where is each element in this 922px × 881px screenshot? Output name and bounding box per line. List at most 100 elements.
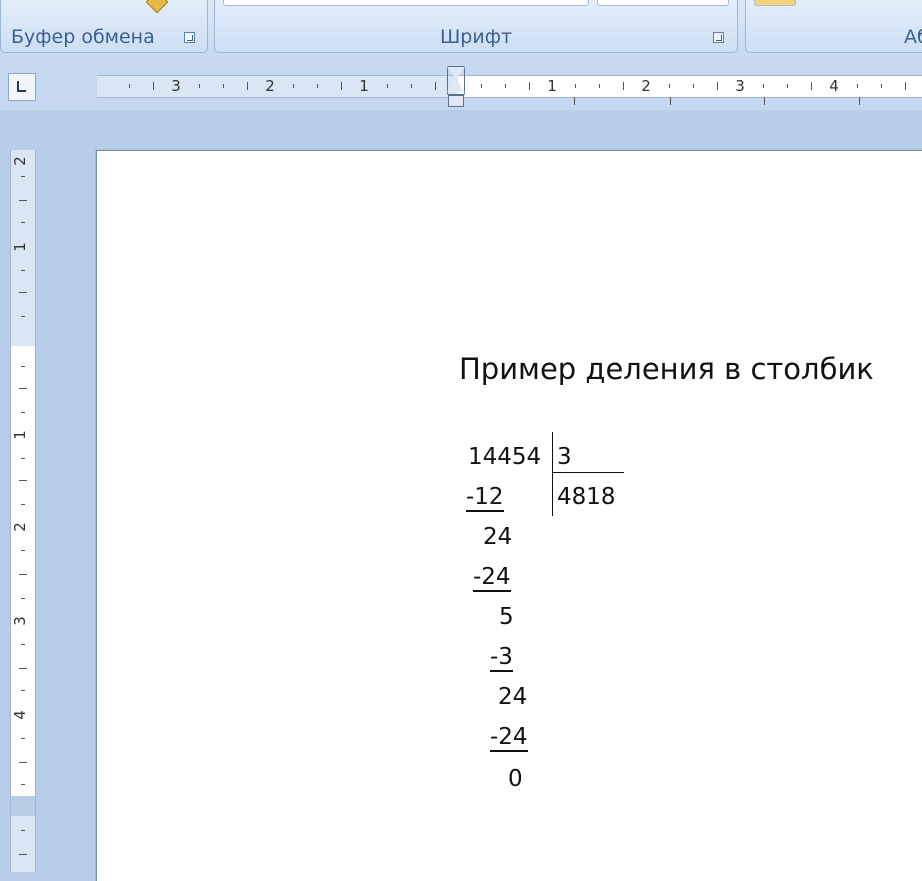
dividend: 14454 — [468, 444, 542, 470]
ruler-tick — [575, 84, 576, 88]
subtrahend: -12 — [466, 484, 504, 512]
ruler-tick — [717, 82, 718, 90]
ruler-tick — [435, 82, 436, 90]
ruler-tick — [21, 412, 25, 413]
ruler-tick — [19, 762, 27, 763]
ruler-tick — [411, 84, 412, 88]
subtrahend: -24 — [490, 724, 528, 752]
left-indent-icon[interactable] — [448, 95, 464, 107]
remainder: 5 — [499, 604, 514, 630]
ruler-label: 3 — [10, 616, 29, 626]
vertical-ruler-highlight — [11, 796, 35, 816]
ruler-label: 1 — [10, 430, 29, 440]
ruler-tick — [21, 550, 25, 551]
ruler-tick — [19, 668, 27, 669]
font-group-title: Шрифт — [439, 26, 513, 48]
ruler-tick — [623, 82, 624, 90]
ruler-tick — [129, 84, 130, 88]
ruler-tick — [21, 504, 25, 505]
division-horizontal-line — [552, 472, 624, 473]
font-group: Шрифт — [214, 0, 738, 53]
ruler-tick — [505, 84, 506, 88]
subtrahend: -24 — [473, 564, 511, 592]
ruler-tick — [787, 84, 788, 88]
ruler-tick — [599, 84, 600, 88]
ruler-tick — [669, 84, 670, 88]
ruler-tick — [21, 270, 25, 271]
tab-stop-mark — [574, 97, 575, 105]
ruler-tick — [293, 84, 294, 88]
ruler-tick — [481, 84, 482, 88]
tab-stop-mark — [859, 97, 860, 105]
ruler-tick — [21, 598, 25, 599]
horizontal-ruler[interactable]: 3 2 1 1 2 3 4 — [97, 75, 922, 105]
divisor: 3 — [557, 444, 572, 470]
tab-stop-mark — [764, 97, 765, 105]
document-heading: Пример деления в столбик — [459, 352, 874, 386]
ruler-tick — [21, 176, 25, 177]
ruler-tick — [905, 82, 906, 90]
ruler-tick — [21, 830, 25, 831]
ruler-tick — [21, 458, 25, 459]
ruler-tick — [21, 222, 25, 223]
font-name-box[interactable] — [223, 0, 589, 6]
paragraph-group: Аб — [745, 0, 922, 53]
ruler-tick — [763, 84, 764, 88]
font-dialog-launcher-icon[interactable] — [713, 32, 724, 43]
ruler-tick — [21, 316, 25, 317]
clipboard-control[interactable] — [19, 0, 129, 4]
ruler-tick — [19, 480, 27, 481]
ruler-tick — [19, 200, 27, 201]
ruler-tick — [247, 82, 248, 90]
ruler-label: 1 — [10, 242, 29, 252]
ruler-tick — [21, 366, 25, 367]
ruler-label: 4 — [829, 77, 839, 95]
ruler-tick — [341, 82, 342, 90]
ruler-tick — [19, 574, 27, 575]
ruler-tick — [19, 292, 27, 293]
ruler-tick — [21, 738, 25, 739]
remainder: 24 — [483, 524, 513, 550]
quotient: 4818 — [557, 484, 616, 510]
ruler-tick — [529, 82, 530, 90]
ruler-label: 2 — [10, 156, 29, 166]
ruler-tick — [693, 84, 694, 88]
ruler-tick — [19, 854, 27, 855]
paragraph-control[interactable] — [754, 0, 796, 6]
ruler-label: 3 — [171, 77, 181, 95]
first-line-indent-icon[interactable] — [447, 67, 465, 79]
clipboard-group: Буфер обмена — [0, 0, 208, 53]
vertical-ruler[interactable]: 2 1 1 2 3 4 — [10, 150, 36, 872]
ruler-tick — [387, 84, 388, 88]
hanging-indent-icon[interactable] — [447, 80, 465, 92]
paste-icon[interactable] — [145, 0, 169, 14]
ruler-label: 4 — [10, 710, 29, 720]
left-tab-icon — [17, 81, 26, 92]
ruler-tick — [21, 784, 25, 785]
tab-stop-mark — [670, 97, 671, 105]
ruler-tick — [199, 84, 200, 88]
ruler-label: 1 — [359, 77, 369, 95]
ruler-tick — [19, 388, 27, 389]
subtrahend: -3 — [490, 644, 513, 672]
ruler-tick — [223, 84, 224, 88]
ruler-tick — [881, 84, 882, 88]
clipboard-dialog-launcher-icon[interactable] — [184, 32, 195, 43]
ruler-text-area — [458, 76, 922, 97]
clipboard-group-title: Буфер обмена — [11, 26, 155, 48]
ruler-label: 2 — [265, 77, 275, 95]
final-remainder: 0 — [508, 766, 523, 792]
tab-selector-button[interactable] — [8, 73, 36, 101]
font-size-box[interactable] — [597, 0, 729, 6]
ruler-label: 1 — [547, 77, 557, 95]
remainder: 24 — [498, 684, 528, 710]
ribbon: Буфер обмена Шрифт Аб — [0, 0, 922, 57]
ruler-tick — [21, 690, 25, 691]
ruler-label: 2 — [10, 522, 29, 532]
paragraph-group-title: Аб — [904, 26, 922, 48]
ruler-tick — [21, 644, 25, 645]
ruler-tick — [153, 82, 154, 90]
ruler-label: 3 — [735, 77, 745, 95]
ruler-tick — [317, 84, 318, 88]
vertical-ruler-text-area — [11, 346, 35, 798]
